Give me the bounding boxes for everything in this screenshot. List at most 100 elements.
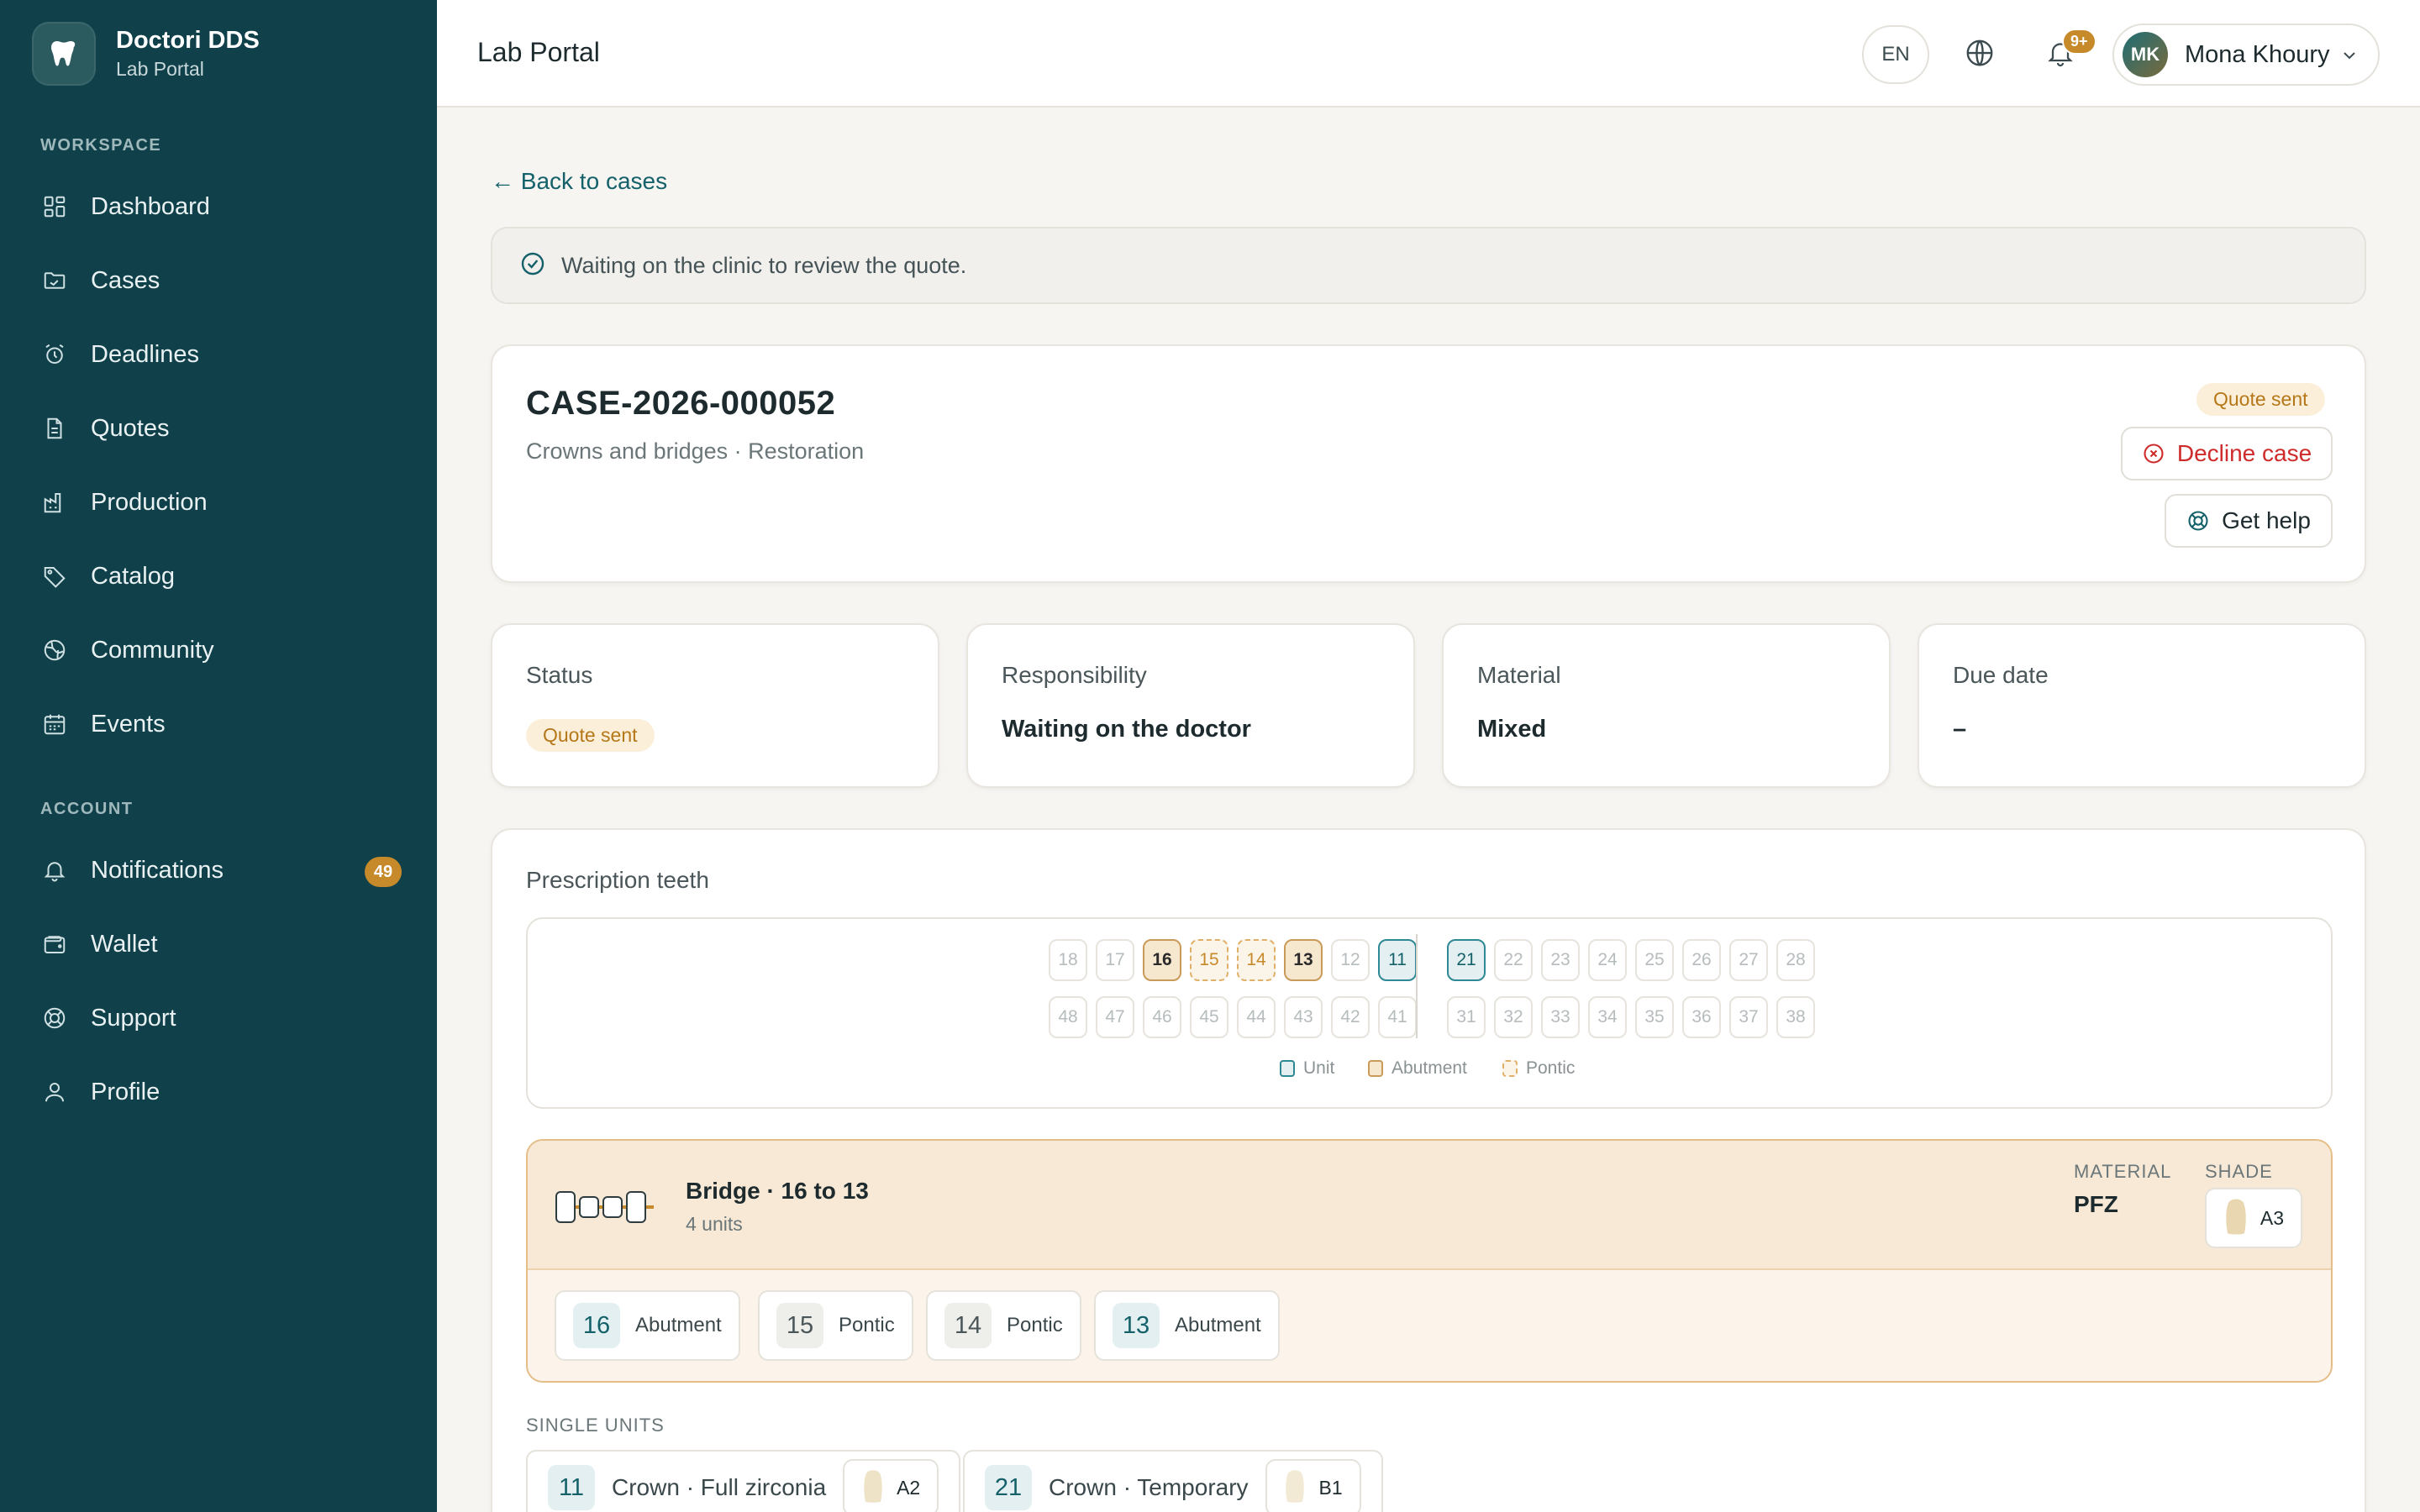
stat-value: – xyxy=(1953,716,1967,743)
tooth-42[interactable]: 42 xyxy=(1331,996,1370,1038)
lifebuoy-icon xyxy=(2186,509,2210,533)
sidebar-item-production[interactable]: Production xyxy=(40,477,402,528)
tooth-28[interactable]: 28 xyxy=(1776,939,1815,981)
shade-swatch: B1 xyxy=(1265,1459,1361,1512)
sidebar-item-label: Deadlines xyxy=(91,340,199,368)
tooth-38[interactable]: 38 xyxy=(1776,996,1815,1038)
sidebar-item-support[interactable]: Support xyxy=(40,993,402,1043)
sidebar-item-events[interactable]: Events xyxy=(40,699,402,749)
tooth-45[interactable]: 45 xyxy=(1190,996,1228,1038)
status-card: Status Quote sent xyxy=(491,623,939,788)
notifications-count-badge: 49 xyxy=(365,857,402,887)
tooth-33[interactable]: 33 xyxy=(1541,996,1580,1038)
tooth-34[interactable]: 34 xyxy=(1588,996,1627,1038)
bridge-tooth-chip[interactable]: 13 Abutment xyxy=(1094,1290,1280,1361)
tooth-13[interactable]: 13 xyxy=(1284,939,1323,981)
tooth-14[interactable]: 14 xyxy=(1237,939,1276,981)
legend-label: Unit xyxy=(1303,1058,1335,1078)
alarm-clock-icon xyxy=(40,340,69,369)
single-unit-chip[interactable]: 21 Crown · Temporary B1 xyxy=(963,1450,1383,1512)
user-menu-button[interactable]: MK Mona Khoury xyxy=(2112,24,2380,86)
nav-section-account: ACCOUNT xyxy=(40,800,134,818)
sidebar-item-notifications[interactable]: Notifications 49 xyxy=(40,845,402,895)
chevron-down-icon xyxy=(2339,45,2360,70)
x-circle-icon xyxy=(2142,442,2165,465)
page-title: Lab Portal xyxy=(477,37,600,67)
sidebar-item-quotes[interactable]: Quotes xyxy=(40,403,402,454)
bridge-header[interactable]: Bridge · 16 to 13 4 units MATERIAL PFZ S… xyxy=(528,1141,2331,1270)
nav-section-workspace: WORKSPACE xyxy=(40,136,162,155)
tooth-shade-icon xyxy=(861,1467,885,1509)
sidebar-item-profile[interactable]: Profile xyxy=(40,1067,402,1117)
sidebar-item-catalog[interactable]: Catalog xyxy=(40,551,402,601)
language-switcher-button[interactable] xyxy=(1946,25,2013,84)
notifications-button[interactable]: 9+ xyxy=(2027,25,2096,84)
tooth-31[interactable]: 31 xyxy=(1447,996,1486,1038)
tooth-12[interactable]: 12 xyxy=(1331,939,1370,981)
brand-subtitle: Lab Portal xyxy=(116,58,204,80)
tooth-25[interactable]: 25 xyxy=(1635,939,1674,981)
tooth-24[interactable]: 24 xyxy=(1588,939,1627,981)
sidebar-item-deadlines[interactable]: Deadlines xyxy=(40,329,402,380)
tooth-26[interactable]: 26 xyxy=(1682,939,1721,981)
tooth-17[interactable]: 17 xyxy=(1096,939,1134,981)
sidebar-item-label: Support xyxy=(91,1004,176,1032)
tooth-chart: 18 17 16 15 14 13 12 11 21 22 23 24 25 26 27 28 48 47 46 45… xyxy=(526,917,2333,1109)
tooth-27[interactable]: 27 xyxy=(1729,939,1768,981)
shade-value: A2 xyxy=(897,1476,921,1499)
sidebar-item-label: Quotes xyxy=(91,414,170,442)
material-label: MATERIAL xyxy=(2074,1161,2172,1182)
tooth-46[interactable]: 46 xyxy=(1143,996,1181,1038)
tooth-44[interactable]: 44 xyxy=(1237,996,1276,1038)
sidebar-item-wallet[interactable]: Wallet xyxy=(40,919,402,969)
tooth-23[interactable]: 23 xyxy=(1541,939,1580,981)
bell-icon xyxy=(40,856,69,885)
back-to-cases-link[interactable]: ← Back to cases xyxy=(491,168,667,195)
bridge-tooth-chip[interactable]: 16 Abutment xyxy=(555,1290,740,1361)
tooth-35[interactable]: 35 xyxy=(1635,996,1674,1038)
stat-label: Responsibility xyxy=(1002,662,1147,688)
case-id: CASE-2026-000052 xyxy=(526,385,836,422)
bridge-icon xyxy=(553,1186,655,1232)
language-code-button[interactable]: EN xyxy=(1862,25,1929,84)
shade-swatch[interactable]: A3 xyxy=(2205,1188,2302,1248)
legend-pontic: Pontic xyxy=(1502,1058,1575,1079)
legend-abutment: Abutment xyxy=(1368,1058,1467,1079)
stat-label: Due date xyxy=(1953,662,2049,688)
shade-value: A3 xyxy=(2260,1206,2285,1229)
sidebar-item-label: Notifications xyxy=(91,856,224,884)
single-unit-chip[interactable]: 11 Crown · Full zirconia A2 xyxy=(526,1450,961,1512)
decline-case-label: Decline case xyxy=(2176,440,2312,466)
sidebar-item-dashboard[interactable]: Dashboard xyxy=(40,181,402,232)
legend-label: Pontic xyxy=(1526,1058,1576,1078)
tooth-11[interactable]: 11 xyxy=(1378,939,1417,981)
tooth-21[interactable]: 21 xyxy=(1447,939,1486,981)
tooth-16[interactable]: 16 xyxy=(1143,939,1181,981)
check-circle-icon xyxy=(519,250,546,281)
tooth-48[interactable]: 48 xyxy=(1049,996,1087,1038)
bridge-tooth-chip[interactable]: 14 Pontic xyxy=(926,1290,1081,1361)
stat-label: Material xyxy=(1477,662,1561,688)
brand-name: Doctori DDS xyxy=(116,27,260,54)
sidebar-item-label: Events xyxy=(91,710,166,738)
get-help-button[interactable]: Get help xyxy=(2165,494,2333,548)
brand[interactable]: Doctori DDS Lab Portal xyxy=(32,22,260,86)
avatar: MK xyxy=(2123,32,2168,77)
sidebar-item-community[interactable]: Community xyxy=(40,625,402,675)
tooth-43[interactable]: 43 xyxy=(1284,996,1323,1038)
tooth-47[interactable]: 47 xyxy=(1096,996,1134,1038)
tooth-22[interactable]: 22 xyxy=(1494,939,1533,981)
sidebar-item-cases[interactable]: Cases xyxy=(40,255,402,306)
stat-value: Mixed xyxy=(1477,716,1547,743)
tooth-15[interactable]: 15 xyxy=(1190,939,1228,981)
tooth-32[interactable]: 32 xyxy=(1494,996,1533,1038)
tooth-37[interactable]: 37 xyxy=(1729,996,1768,1038)
decline-case-button[interactable]: Decline case xyxy=(2121,427,2333,480)
status-badge: Quote sent xyxy=(2196,383,2325,416)
bridge-tooth-chip[interactable]: 15 Pontic xyxy=(758,1290,913,1361)
tooth-role: Abutment xyxy=(635,1314,722,1336)
tooth-18[interactable]: 18 xyxy=(1049,939,1087,981)
tooth-41[interactable]: 41 xyxy=(1378,996,1417,1038)
tooth-36[interactable]: 36 xyxy=(1682,996,1721,1038)
tooth-logo-icon xyxy=(32,22,96,86)
